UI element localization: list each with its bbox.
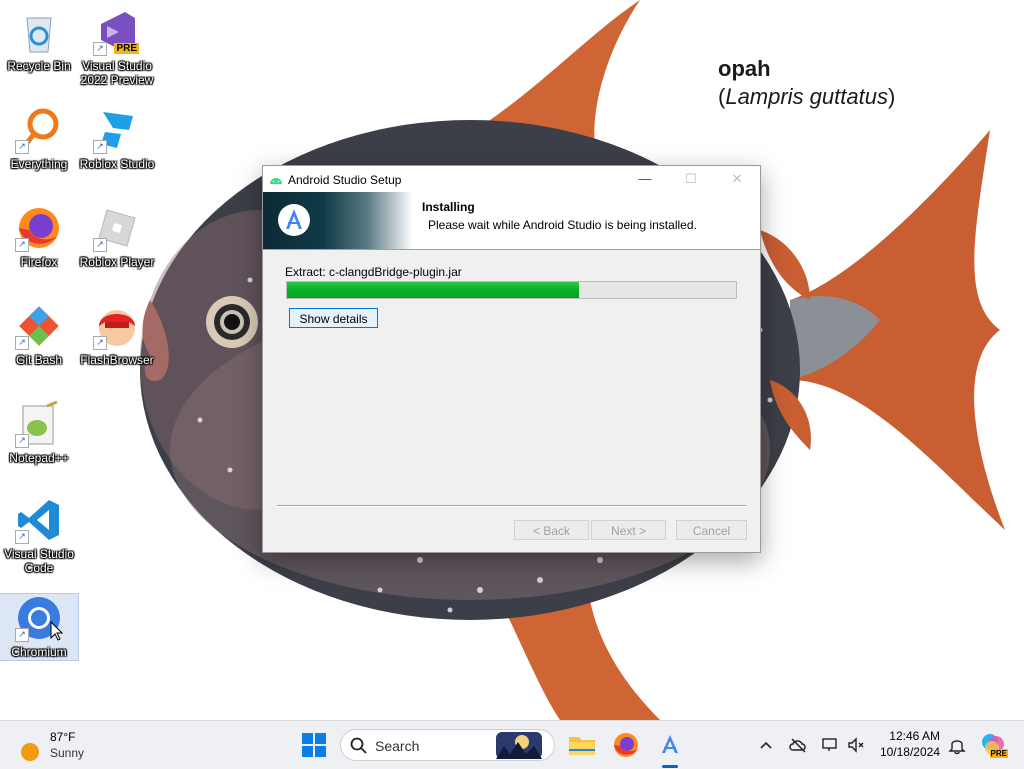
title-bar[interactable]: Android Studio Setup — ☐ ✕ [263,166,760,192]
desktop-icon-label: Chromium [11,645,67,659]
header-banner [263,192,413,249]
shortcut-arrow-icon: ↗ [93,336,107,350]
shortcut-arrow-icon: ↗ [15,628,29,642]
header-subtitle: Please wait while Android Studio is bein… [428,218,697,232]
desktop-icon-roblox-studio[interactable]: ↗ Roblox Studio [78,106,156,171]
recycle-bin-icon [15,8,63,56]
roblox-player-icon: ↗ [93,204,141,252]
desktop-icon-label: Git Bash [15,353,63,367]
desktop-icon-everything[interactable]: ↗ Everything [0,106,78,171]
show-details-button[interactable]: Show details [289,308,378,328]
weather-temp: 87°F [50,730,76,744]
desktop-icon-label: FlashBrowser [80,353,154,367]
git-bash-icon: ↗ [15,302,63,350]
desktop-icon-label: Recycle Bin [7,59,71,73]
desktop-icon-label: Visual Studio Code [4,547,74,575]
cloud-offline-icon[interactable] [788,735,808,755]
clock-date: 10/18/2024 [879,745,940,759]
taskbar-search-box[interactable]: Search [340,729,555,761]
copilot-preview-icon[interactable]: PRE [980,732,1008,758]
shortcut-arrow-icon: ↗ [93,42,107,56]
desktop-icon-chromium[interactable]: ↗ Chromium [0,593,79,661]
desktop-icon-label: Everything [10,157,68,171]
android-studio-setup-dialog: Android Studio Setup — ☐ ✕ Installing Pl… [262,165,761,553]
wallpaper-title: opah [718,56,771,81]
desktop-icon-recycle-bin[interactable]: Recycle Bin [0,8,78,73]
start-button[interactable] [298,729,330,761]
dialog-header: Installing Please wait while Android Stu… [263,192,760,250]
sun-icon [21,743,39,761]
next-button[interactable]: Next > [591,520,666,540]
shortcut-arrow-icon: ↗ [15,336,29,350]
back-button[interactable]: < Back [514,520,589,540]
desktop-icon-label: Roblox Studio [79,157,155,171]
preview-badge: PRE [114,43,139,54]
visual-studio-icon: ↗ PRE [93,8,141,56]
flashbrowser-icon: ↗ [93,302,141,350]
maximize-button[interactable]: ☐ [668,166,714,192]
network-icon[interactable] [820,735,840,755]
paren-close: ) [887,84,896,109]
android-studio-icon [270,178,282,184]
search-icon [350,737,367,754]
desktop-icon-flashbrowser[interactable]: ↗ FlashBrowser [78,302,156,367]
clock[interactable]: 12:46 AM 10/18/2024 [874,728,940,760]
taskbar: 87°F Sunny Search 12:46 AM 10/18/2024 PR… [0,720,1024,769]
vscode-icon: ↗ [15,496,63,544]
cancel-button[interactable]: Cancel [676,520,747,540]
shortcut-arrow-icon: ↗ [15,530,29,544]
shortcut-arrow-icon: ↗ [15,238,29,252]
header-title: Installing [422,200,475,214]
progress-fill [287,282,579,298]
volume-muted-icon[interactable] [846,735,866,755]
notification-bell-icon[interactable] [947,735,967,755]
clock-time: 12:46 AM [889,729,940,743]
minimize-button[interactable]: — [622,166,668,192]
weather-condition: Sunny [50,746,85,760]
desktop-icon-label: Visual Studio 2022 Preview [80,59,154,87]
firefox-icon: ↗ [15,204,63,252]
desktop-icon-roblox-player[interactable]: ↗ Roblox Player [78,204,156,269]
close-button[interactable]: ✕ [714,166,760,192]
shortcut-arrow-icon: ↗ [15,434,29,448]
magnifier-icon: ↗ [15,106,63,154]
dialog-title: Android Studio Setup [288,173,402,187]
notepad-plus-plus-icon: ↗ [15,400,63,448]
desktop-icon-label: Notepad++ [9,451,69,465]
shortcut-arrow-icon: ↗ [93,238,107,252]
tray-preview-badge: PRE [989,749,1008,758]
desktop-icon-label: Firefox [20,255,58,269]
file-explorer-icon[interactable] [566,729,598,761]
search-highlight-icon [496,732,542,759]
android-studio-logo-icon [278,204,310,236]
search-label: Search [375,738,420,754]
shortcut-arrow-icon: ↗ [93,140,107,154]
desktop-icon-notepad-plus-plus[interactable]: ↗ Notepad++ [0,400,78,465]
button-separator [277,505,746,507]
desktop-icon-visual-studio-2022-preview[interactable]: ↗ PRE Visual Studio 2022 Preview [78,8,156,87]
roblox-studio-icon: ↗ [93,106,141,154]
android-studio-taskbar-icon[interactable] [654,729,686,761]
install-progress-bar [286,281,737,299]
desktop-icon-git-bash[interactable]: ↗ Git Bash [0,302,78,367]
desktop-icon-label: Roblox Player [79,255,155,269]
wallpaper-subtitle: (Lampris guttatus) [718,84,895,110]
chevron-up-icon[interactable] [756,735,776,755]
shortcut-arrow-icon: ↗ [15,140,29,154]
chromium-icon: ↗ [15,594,64,642]
status-text: Extract: c-clangdBridge-plugin.jar [285,265,462,279]
scientific-name: Lampris guttatus [725,84,888,109]
desktop-icon-visual-studio-code[interactable]: ↗ Visual Studio Code [0,496,78,575]
desktop-icon-firefox[interactable]: ↗ Firefox [0,204,78,269]
firefox-taskbar-icon[interactable] [610,729,642,761]
